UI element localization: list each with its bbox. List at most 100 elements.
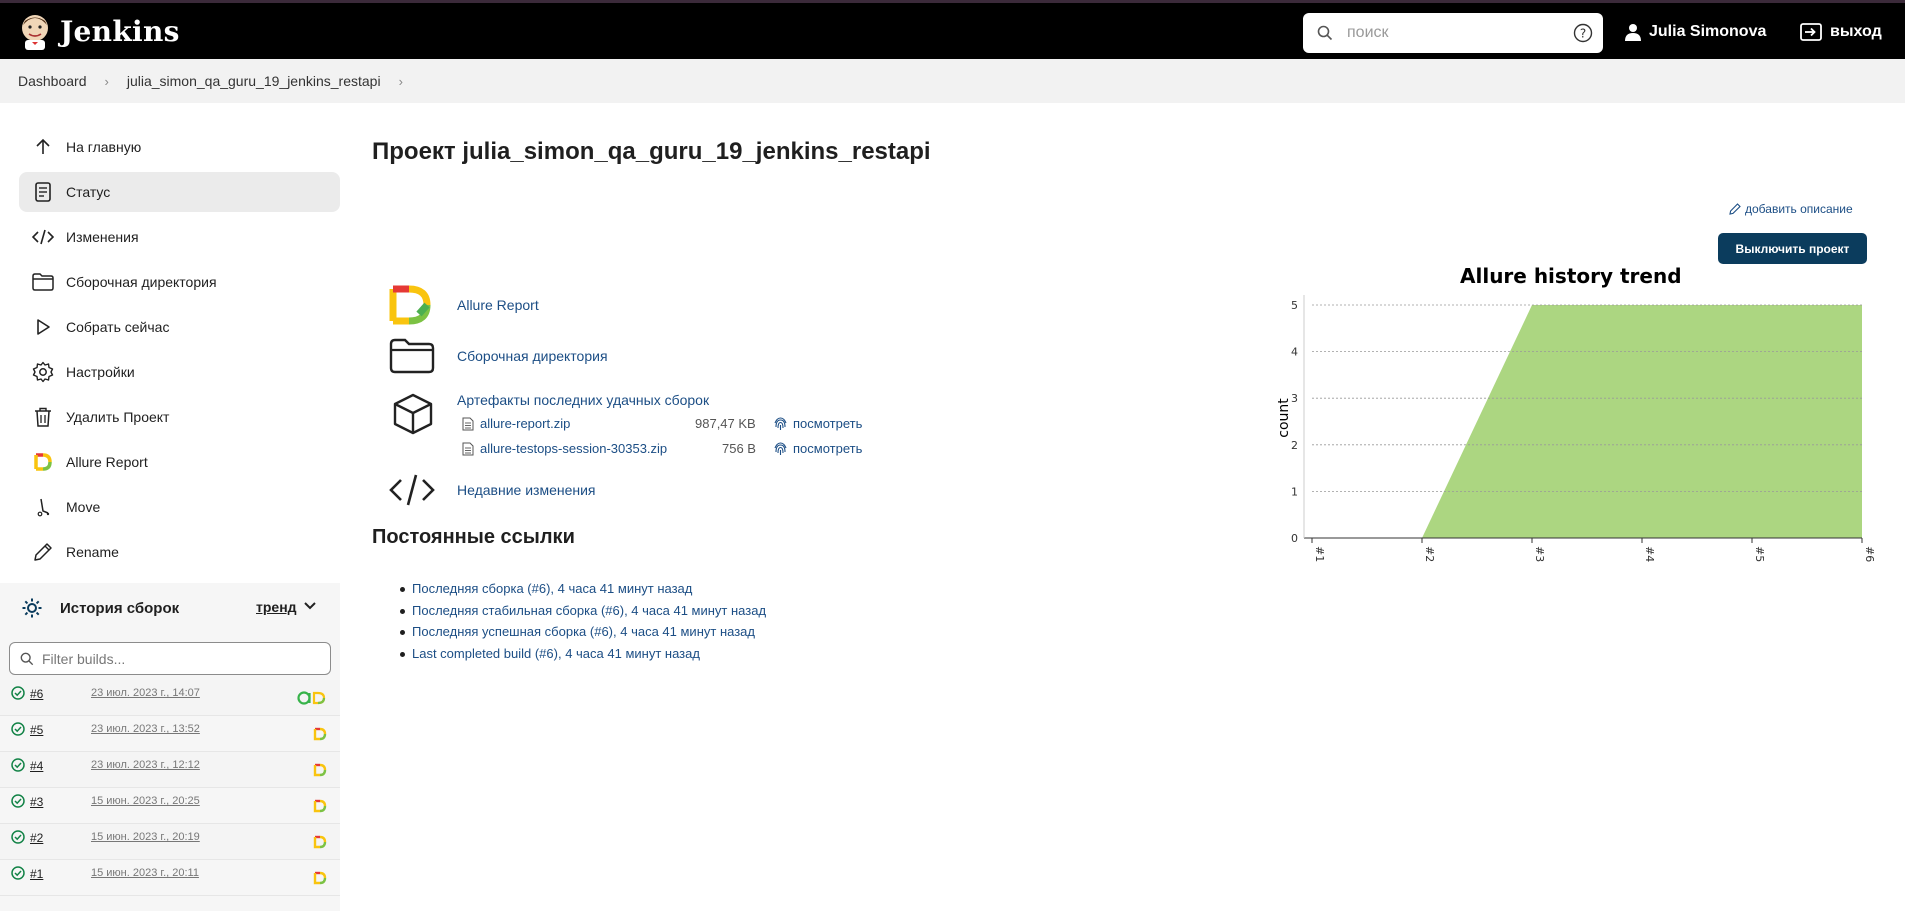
allure-badge-icon[interactable]: [313, 727, 327, 741]
add-description-link[interactable]: добавить описание: [1729, 202, 1853, 216]
workspace-link[interactable]: Сборочная директория: [457, 348, 608, 364]
list-item: Последняя сборка (#6), 4 часа 41 минут н…: [400, 581, 766, 603]
success-check-icon: [11, 758, 25, 772]
sidebar-item-delete[interactable]: Удалить Проект: [19, 397, 340, 437]
sidebar-item-label: Настройки: [66, 364, 135, 380]
build-row: #3 15 июн. 2023 г., 20:25: [0, 788, 340, 824]
allure-badge-icon[interactable]: [313, 763, 327, 777]
add-description-label: добавить описание: [1745, 202, 1853, 216]
file-icon: [462, 417, 474, 430]
view-artifact-link[interactable]: посмотреть: [774, 441, 862, 456]
breadcrumb-project[interactable]: julia_simon_qa_guru_19_jenkins_restapi: [127, 73, 381, 89]
build-list: #6 23 июл. 2023 г., 14:07 #5 23 июл. 202…: [0, 680, 340, 896]
sidebar-item-status[interactable]: Статус: [19, 172, 340, 212]
breadcrumb: Dashboard › julia_simon_qa_guru_19_jenki…: [0, 59, 1905, 103]
sidebar-item-move[interactable]: Move: [19, 487, 340, 527]
build-row: #5 23 июл. 2023 г., 13:52: [0, 716, 340, 752]
sidebar-item-allure[interactable]: Allure Report: [19, 442, 340, 482]
trash-icon: [32, 406, 54, 428]
permalink-last-completed[interactable]: Last completed build (#6), 4 часа 41 мин…: [412, 646, 700, 661]
fingerprint-icon: [774, 441, 787, 455]
build-row: #4 23 июл. 2023 г., 12:12: [0, 752, 340, 788]
help-icon[interactable]: ?: [1573, 23, 1593, 43]
y-tick-label: 3: [1291, 392, 1298, 405]
breadcrumb-dashboard[interactable]: Dashboard: [18, 73, 87, 89]
build-date-link[interactable]: 23 июл. 2023 г., 13:52: [91, 723, 200, 735]
sidebar-item-build-now[interactable]: Собрать сейчас: [19, 307, 340, 347]
recent-changes-row: Недавние изменения: [389, 472, 596, 508]
recent-changes-link[interactable]: Недавние изменения: [457, 482, 596, 498]
trend-link[interactable]: тренд: [256, 599, 297, 615]
user-name: Julia Simonova: [1649, 23, 1767, 40]
arrow-up-icon: [32, 136, 54, 158]
success-check-icon: [11, 830, 25, 844]
code-icon: [32, 226, 54, 248]
build-date-link[interactable]: 23 июл. 2023 г., 12:12: [91, 759, 200, 771]
sidebar-item-rename[interactable]: Rename: [19, 532, 340, 572]
artifact-link[interactable]: allure-report.zip: [480, 416, 570, 431]
allure-testops-badge-icon[interactable]: [297, 691, 327, 705]
success-check-icon: [11, 686, 25, 700]
build-number-link[interactable]: #2: [30, 831, 43, 845]
breadcrumb-chevron-icon[interactable]: ›: [399, 74, 403, 89]
artifact-size: 756 B: [722, 441, 756, 456]
artifact-link[interactable]: allure-testops-session-30353.zip: [480, 441, 667, 456]
success-check-icon: [11, 722, 25, 736]
build-number-link[interactable]: #4: [30, 759, 43, 773]
build-date-link[interactable]: 15 июн. 2023 г., 20:11: [91, 867, 199, 879]
pencil-icon: [1729, 203, 1741, 215]
x-tick-label: #1: [1313, 546, 1326, 562]
sidebar-item-changes[interactable]: Изменения: [19, 217, 340, 257]
build-row: #1 15 июн. 2023 г., 20:11: [0, 860, 340, 896]
chevron-down-icon[interactable]: [303, 601, 317, 611]
allure-report-row: Allure Report: [389, 284, 539, 326]
list-item: Последняя стабильная сборка (#6), 4 часа…: [400, 603, 766, 625]
allure-badge-icon[interactable]: [313, 835, 327, 849]
y-tick-label: 1: [1291, 485, 1298, 498]
allure-badge-icon[interactable]: [313, 871, 327, 885]
sidebar-item-settings[interactable]: Настройки: [19, 352, 340, 392]
search-icon: [20, 652, 34, 665]
sidebar-item-label: Сборочная директория: [66, 274, 217, 290]
permalink-last-stable[interactable]: Последняя стабильная сборка (#6), 4 часа…: [412, 603, 766, 618]
allure-icon: [32, 451, 54, 473]
artifacts-link[interactable]: Артефакты последних удачных сборок: [457, 392, 709, 408]
x-tick-label: #4: [1643, 546, 1656, 562]
play-icon: [32, 316, 54, 338]
sidebar-item-home[interactable]: На главную: [19, 127, 340, 167]
logout-link[interactable]: выход: [1800, 23, 1882, 41]
build-number-link[interactable]: #1: [30, 867, 43, 881]
logout-label: выход: [1830, 23, 1882, 40]
jenkins-logo-link[interactable]: Jenkins: [18, 11, 180, 51]
x-tick-label: #2: [1423, 546, 1436, 562]
permalinks-list: Последняя сборка (#6), 4 часа 41 минут н…: [400, 581, 766, 668]
artifact-row: allure-report.zip 987,47 KB посмотреть: [462, 416, 862, 431]
filter-builds-input[interactable]: [42, 650, 330, 667]
y-tick-label: 0: [1291, 532, 1298, 545]
permalink-last-successful[interactable]: Последняя успешная сборка (#6), 4 часа 4…: [412, 624, 755, 639]
status-doc-icon: [32, 181, 54, 203]
top-header: Jenkins ? Julia Simonova выход: [0, 0, 1905, 59]
build-date-link[interactable]: 23 июл. 2023 г., 14:07: [91, 687, 200, 699]
workspace-row: Сборочная директория: [389, 338, 608, 374]
build-date-link[interactable]: 15 июн. 2023 г., 20:19: [91, 831, 200, 843]
build-number-link[interactable]: #6: [30, 687, 43, 701]
sidebar-item-label: Статус: [66, 184, 111, 200]
allure-history-trend-chart[interactable]: 0 1 2 3 4 5 #1 #2 #3 #4 #5 #6 count: [1270, 258, 1880, 578]
build-date-link[interactable]: 15 июн. 2023 г., 20:25: [91, 795, 200, 807]
user-link[interactable]: Julia Simonova: [1625, 23, 1766, 41]
permalinks-title: Постоянные ссылки: [372, 526, 575, 548]
app-name: Jenkins: [60, 14, 180, 48]
sidebar-item-workspace[interactable]: Сборочная директория: [19, 262, 340, 302]
build-number-link[interactable]: #3: [30, 795, 43, 809]
build-number-link[interactable]: #5: [30, 723, 43, 737]
folder-icon: [32, 271, 54, 293]
y-tick-label: 2: [1291, 439, 1298, 452]
allure-badge-icon[interactable]: [313, 799, 327, 813]
search-input[interactable]: [1347, 24, 1573, 42]
page-title: Проект julia_simon_qa_guru_19_jenkins_re…: [372, 138, 931, 165]
x-tick-label: #3: [1533, 546, 1546, 562]
permalink-last-build[interactable]: Последняя сборка (#6), 4 часа 41 минут н…: [412, 581, 692, 596]
view-artifact-link[interactable]: посмотреть: [774, 416, 862, 431]
allure-report-link[interactable]: Allure Report: [457, 297, 539, 313]
